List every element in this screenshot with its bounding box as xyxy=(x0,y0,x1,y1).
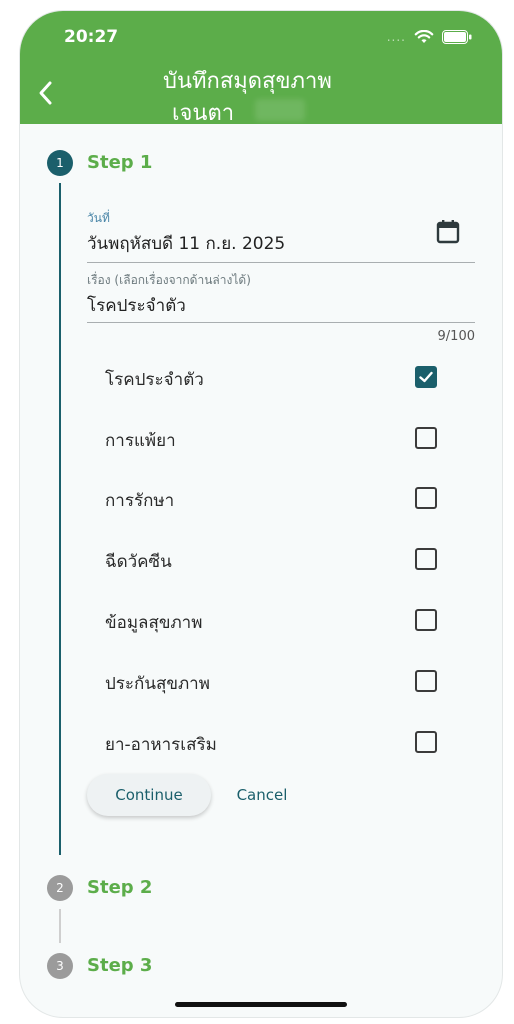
wifi-icon xyxy=(414,30,434,44)
checkmark-icon xyxy=(419,371,433,383)
date-field-label: วันที่ xyxy=(87,211,110,225)
option-label-health-info[interactable]: ข้อมูลสุขภาพ xyxy=(105,609,202,636)
page-title: บันทึกสมุดสุขภาพ xyxy=(163,69,332,94)
home-indicator[interactable] xyxy=(175,1002,347,1007)
back-button[interactable] xyxy=(36,79,56,107)
status-time: 20:27 xyxy=(64,27,119,47)
step-3-label[interactable]: Step 3 xyxy=(87,955,152,976)
checkbox-health-info[interactable] xyxy=(415,609,437,631)
step-2-indicator[interactable]: 2 xyxy=(47,875,73,901)
chevron-left-icon xyxy=(39,81,52,105)
continue-button[interactable]: Continue xyxy=(87,774,211,816)
date-field[interactable]: วันพฤหัสบดี 11 ก.ย. 2025 xyxy=(87,230,285,257)
option-label-supplements[interactable]: ยา-อาหารเสริม xyxy=(105,731,217,758)
signal-dots: .... xyxy=(386,30,406,44)
step-1-indicator[interactable]: 1 xyxy=(47,150,73,176)
subject-input[interactable]: โรคประจำตัว xyxy=(87,292,186,319)
step-3-indicator[interactable]: 3 xyxy=(47,953,73,979)
checkbox-vaccination[interactable] xyxy=(415,548,437,570)
option-label-vaccination[interactable]: ฉีดวัคซีน xyxy=(105,548,172,575)
step-2-connector xyxy=(59,909,61,943)
checkbox-treatment[interactable] xyxy=(415,487,437,509)
subject-field-underline xyxy=(87,322,475,323)
date-field-underline xyxy=(87,262,475,263)
status-icons: .... xyxy=(387,30,472,44)
phone-screen: 20:27 .... บันทึกสมุดสุขภาพ เจนตา 1 Step… xyxy=(19,10,503,1018)
option-label-treatment[interactable]: การรักษา xyxy=(105,487,174,514)
checkbox-supplements[interactable] xyxy=(415,731,437,753)
battery-icon xyxy=(442,30,472,44)
subject-field-label: เรื่อง (เลือกเรื่องจากด้านล่างได้) xyxy=(87,273,251,287)
option-label-chronic-disease[interactable]: โรคประจำตัว xyxy=(105,366,204,393)
option-label-drug-allergy[interactable]: การแพ้ยา xyxy=(105,427,176,454)
option-label-health-insurance[interactable]: ประกันสุขภาพ xyxy=(105,670,210,697)
character-counter: 9/100 xyxy=(437,329,475,344)
checkbox-health-insurance[interactable] xyxy=(415,670,437,692)
checkbox-drug-allergy[interactable] xyxy=(415,427,437,449)
step-1-connector xyxy=(59,183,61,855)
step-2-label[interactable]: Step 2 xyxy=(87,877,152,898)
calendar-icon[interactable] xyxy=(436,219,460,245)
redacted-name xyxy=(255,99,305,121)
cancel-button[interactable]: Cancel xyxy=(230,774,294,816)
checkbox-chronic-disease[interactable] xyxy=(415,366,437,388)
step-1-label[interactable]: Step 1 xyxy=(87,152,152,173)
page-subtitle: เจนตา xyxy=(172,101,235,126)
app-header: 20:27 .... บันทึกสมุดสุขภาพ เจนตา xyxy=(20,11,502,126)
